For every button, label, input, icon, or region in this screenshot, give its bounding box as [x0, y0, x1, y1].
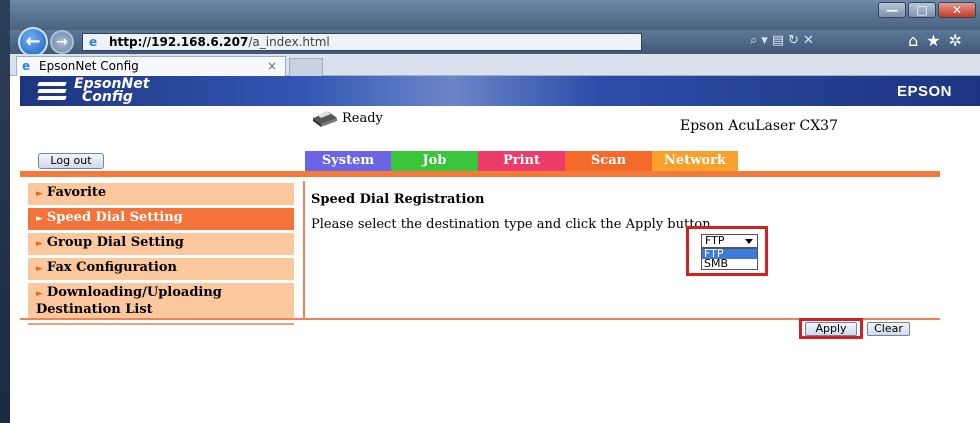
clear-button[interactable]: Clear: [867, 322, 910, 336]
sidebar-item-destination-list[interactable]: ► Downloading/Uploading Destination List: [28, 283, 294, 320]
home-icon[interactable]: ⌂: [908, 31, 926, 50]
arrow-left-icon: ←: [25, 31, 41, 52]
tab-strip: e EpsonNet Config ×: [10, 54, 980, 76]
browser-window: — □ ✕ ← → e http://192.168.6.207/a_index…: [0, 0, 980, 423]
sidebar-item-label: Speed Dial Setting: [46, 210, 183, 225]
close-window-button[interactable]: ✕: [938, 2, 976, 18]
sidebar: ► Favorite ► Speed Dial Setting ► Group Dia…: [28, 183, 296, 325]
arrow-right-icon: ►: [36, 239, 43, 249]
compat-icon[interactable]: ▤: [772, 33, 788, 48]
epsonnet-logo-icon: [37, 82, 67, 100]
epsonnet-banner: EpsonNet Config EPSON: [20, 76, 980, 106]
epsonnet-logo-text: EpsonNet Config: [74, 77, 149, 105]
sidebar-item-label: Fax Configuration: [46, 260, 177, 275]
instruction-text: Please select the destination type and c…: [311, 217, 715, 232]
tab-scan[interactable]: Scan: [565, 151, 652, 171]
sidebar-item-speed-dial-setting[interactable]: ► Speed Dial Setting: [28, 208, 294, 230]
logout-button[interactable]: Log out: [38, 153, 104, 169]
sidebar-item-label: Group Dial Setting: [46, 235, 184, 250]
sidebar-divider: [28, 323, 294, 325]
logo-line-2: Config: [82, 89, 133, 105]
arrow-right-icon: →: [56, 34, 68, 50]
tab-system[interactable]: System: [305, 151, 391, 171]
favorites-star-icon[interactable]: ★: [926, 31, 948, 50]
arrow-right-icon: ►: [36, 214, 43, 224]
refresh-icon[interactable]: ↻: [788, 33, 803, 48]
back-button[interactable]: ←: [18, 27, 48, 57]
stop-icon[interactable]: ✕: [803, 33, 818, 48]
gear-icon[interactable]: ✲: [949, 31, 970, 50]
browser-tools: ⌂★✲: [908, 31, 970, 50]
sidebar-item-fax-configuration[interactable]: ► Fax Configuration: [28, 258, 294, 280]
option-smb[interactable]: SMB: [702, 258, 757, 269]
destination-type-options: FTP SMB: [701, 248, 758, 270]
printer-icon: [313, 111, 337, 127]
sidebar-item-group-dial-setting[interactable]: ► Group Dial Setting: [28, 233, 294, 255]
arrow-right-icon: ►: [36, 264, 43, 274]
maximize-button[interactable]: □: [908, 2, 936, 18]
address-bar[interactable]: e http://192.168.6.207/a_index.html: [82, 33, 642, 51]
sidebar-item-label: Downloading/Uploading Destination List: [36, 285, 222, 317]
arrow-right-icon: ►: [36, 189, 43, 199]
browser-navbar: ← → e http://192.168.6.207/a_index.html …: [10, 27, 980, 57]
printer-status: Ready: [342, 111, 383, 126]
tab-close-icon[interactable]: ×: [267, 57, 277, 75]
select-value: FTP: [705, 234, 725, 247]
forward-button[interactable]: →: [50, 30, 74, 54]
ie-page-icon: e: [22, 59, 31, 73]
address-host: http://192.168.6.207: [109, 35, 249, 49]
chevron-down-icon: [745, 239, 753, 244]
arrow-right-icon: ►: [36, 289, 43, 299]
search-icon[interactable]: ⌕: [750, 33, 761, 48]
window-titlebar: — □ ✕: [10, 0, 980, 30]
new-tab-button[interactable]: [289, 58, 323, 76]
epson-brand: EPSON: [896, 83, 952, 100]
apply-button[interactable]: Apply: [805, 322, 857, 336]
tab-print[interactable]: Print: [478, 151, 565, 171]
page-title: Speed Dial Registration: [311, 192, 485, 207]
window-left-edge: [0, 0, 10, 423]
minimize-button[interactable]: —: [878, 2, 906, 18]
address-path: /a_index.html: [248, 35, 330, 49]
printer-model: Epson AcuLaser CX37: [680, 118, 838, 134]
ie-page-icon: e: [89, 35, 98, 49]
dropdown-icon[interactable]: ▾: [761, 33, 772, 48]
content-divider: [303, 181, 305, 319]
tab-job[interactable]: Job: [391, 151, 478, 171]
tab-title: EpsonNet Config: [39, 59, 139, 73]
sidebar-item-favorite[interactable]: ► Favorite: [28, 183, 294, 205]
main-menu: System Job Print Scan Network: [305, 151, 738, 171]
destination-type-select[interactable]: FTP: [701, 234, 758, 248]
menu-divider: [20, 171, 940, 177]
tab-network[interactable]: Network: [652, 151, 738, 171]
address-tools: ⌕▾▤↻✕: [750, 33, 818, 48]
sidebar-item-label: Favorite: [46, 185, 107, 200]
browser-tab[interactable]: e EpsonNet Config ×: [16, 56, 286, 76]
